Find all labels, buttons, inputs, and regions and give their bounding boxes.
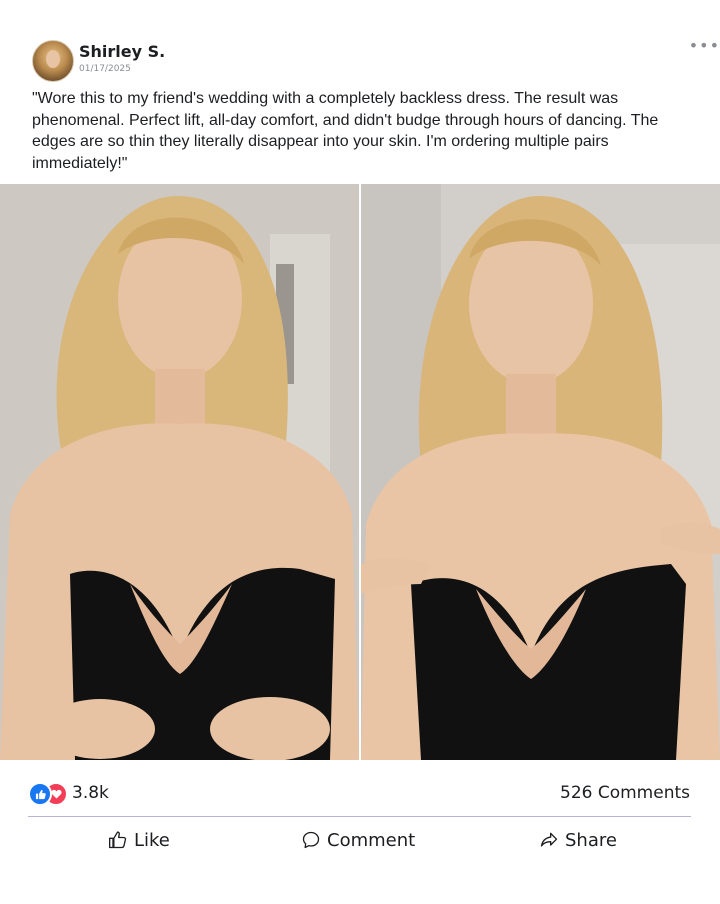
action-bar: Like Comment Share xyxy=(28,826,692,854)
comment-icon xyxy=(302,831,320,849)
like-button[interactable]: Like xyxy=(108,826,170,854)
like-reaction-icon xyxy=(28,782,52,806)
share-icon xyxy=(540,832,558,847)
like-label: Like xyxy=(134,829,170,851)
reaction-bar: 3.8k 526 Comments xyxy=(28,780,692,806)
reaction-icons[interactable] xyxy=(28,782,68,806)
reaction-count[interactable]: 3.8k xyxy=(72,783,109,803)
share-button[interactable]: Share xyxy=(539,826,617,854)
avatar[interactable] xyxy=(32,40,74,82)
author-name[interactable]: Shirley S. xyxy=(79,42,165,61)
photo-left[interactable] xyxy=(0,184,359,760)
post-date: 01/17/2025 xyxy=(79,64,131,74)
photo-right[interactable] xyxy=(361,184,720,760)
comment-label: Comment xyxy=(327,829,416,851)
comment-count[interactable]: 526 Comments xyxy=(560,783,690,803)
thumbs-up-icon xyxy=(109,831,127,849)
post-text: "Wore this to my friend's wedding with a… xyxy=(32,90,659,172)
action-divider xyxy=(28,816,691,817)
share-label: Share xyxy=(565,829,617,851)
avatar-face xyxy=(46,50,60,68)
post-header: Shirley S. 01/17/2025 ••• xyxy=(32,36,719,82)
comment-button[interactable]: Comment xyxy=(301,826,415,854)
photo-right-illustration xyxy=(361,184,720,760)
photo-left-illustration xyxy=(0,184,359,760)
more-horizontal-icon[interactable]: ••• xyxy=(689,36,720,55)
